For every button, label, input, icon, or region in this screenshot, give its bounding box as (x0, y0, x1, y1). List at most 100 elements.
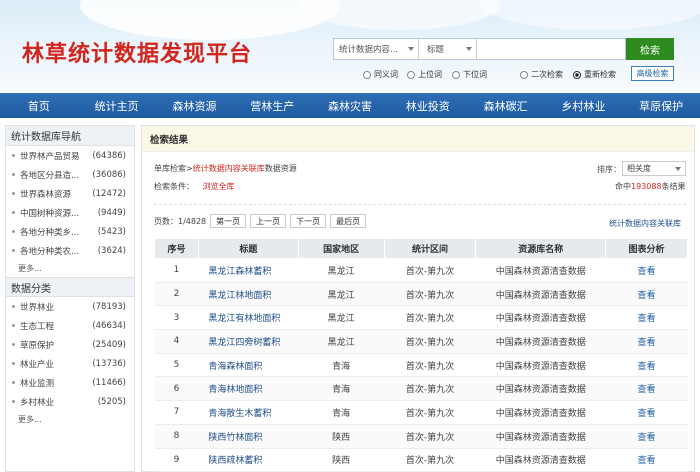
last-page-button[interactable]: 最后页 (330, 214, 367, 228)
chevron-down-icon (675, 166, 681, 171)
first-page-button[interactable]: 第一页 (210, 214, 247, 228)
option-synonym[interactable]: 同义词 (363, 69, 398, 80)
result-title-link[interactable]: 黑龙江森林蓄积 (198, 258, 299, 283)
column-header: 图表分析 (605, 238, 688, 259)
view-chart-link[interactable]: 查看 (605, 376, 688, 402)
sidebar-item-label: 乡村林业 (20, 397, 55, 408)
condition-value: 浏览全库 (202, 182, 235, 191)
table-row: 6 青海林地面积 青海 首次-第九次 中国森林资源清查数据 查看 (154, 376, 688, 402)
result-title-link[interactable]: 黑龙江有林地面积 (198, 305, 299, 331)
sidebar-item[interactable]: 世界林产品贸易 (64386) (6, 146, 134, 165)
column-header: 资源库名称 (475, 238, 607, 259)
table-cell: 黑龙江 (298, 329, 385, 354)
sidebar-item[interactable]: 世界森林资源 (12472) (6, 184, 134, 203)
sort-select[interactable]: 相关度 (622, 161, 686, 176)
sidebar-db-more-link[interactable]: 更多... (6, 260, 134, 277)
table-cell: 首次-第九次 (384, 329, 476, 354)
view-chart-link[interactable]: 查看 (605, 448, 688, 472)
option-narrower-label: 下位词 (463, 70, 487, 79)
condition-label: 检索条件： (154, 182, 194, 191)
table-cell: 中国森林资源清查数据 (475, 282, 606, 307)
advanced-search-button[interactable]: 高级检索 (631, 66, 674, 81)
sidebar-item[interactable]: 各地分种类乡... (5423) (6, 222, 134, 241)
sidebar-item[interactable]: 乡村林业 (5205) (6, 392, 134, 411)
nav-item[interactable]: 林业投资 (389, 93, 467, 118)
bullet-icon (12, 173, 15, 176)
site-logo[interactable]: 林草统计数据发现平台 (22, 36, 252, 68)
result-title-link[interactable]: 青海森林面积 (198, 353, 299, 378)
prev-page-button[interactable]: 上一页 (250, 214, 287, 228)
result-title-link[interactable]: 青海散生木蓄积 (198, 400, 299, 425)
sidebar-item-label: 草原保护 (20, 340, 55, 351)
table-cell: 中国森林资源清查数据 (475, 305, 606, 331)
sidebar-item[interactable]: 各地分种类农... (3624) (6, 241, 134, 260)
sidebar-item[interactable]: 各地区分县造... (36086) (6, 165, 134, 184)
search-button[interactable]: 检索 (626, 38, 674, 60)
result-title-link[interactable]: 青海林地面积 (198, 376, 299, 402)
nav-item[interactable]: 森林灾害 (311, 93, 389, 118)
view-chart-link[interactable]: 查看 (605, 305, 688, 331)
table-row: 3 黑龙江有林地面积 黑龙江 首次-第九次 中国森林资源清查数据 查看 (154, 305, 688, 331)
search-input[interactable] (477, 39, 625, 59)
option-research[interactable]: 重新检索 (573, 69, 616, 80)
sidebar-item[interactable]: 生态工程 (46634) (6, 316, 134, 335)
db-link[interactable]: 统计数据内容关联库 (609, 218, 681, 229)
table-cell: 黑龙江 (298, 282, 385, 307)
sort-label: 排序： (597, 165, 621, 174)
search-field-select[interactable]: 标题 (419, 39, 477, 59)
table-cell: 9 (154, 448, 199, 472)
result-title-link[interactable]: 黑龙江林地面积 (198, 282, 299, 307)
search-condition: 检索条件： 浏览全库 (154, 181, 235, 192)
sidebar-item-count: (12472) (92, 188, 126, 199)
sidebar-category-more-link[interactable]: 更多... (6, 411, 134, 428)
table-cell: 首次-第九次 (384, 353, 476, 378)
sidebar-category-list: 世界林业 (78193) 生态工程 (46634) 草原保护 (25409) 林业产业 (13… (6, 297, 134, 411)
hit-suffix: 条结果 (661, 182, 686, 191)
search-box: 统计数据内容... 标题 (333, 38, 626, 60)
option-broader[interactable]: 上位词 (407, 69, 442, 80)
search-db-select[interactable]: 统计数据内容... (334, 39, 419, 59)
page-info: 页数：1/4828 (154, 216, 207, 226)
nav-item[interactable]: 森林资源 (156, 93, 234, 118)
view-chart-link[interactable]: 查看 (605, 400, 688, 425)
result-title-link[interactable]: 陕西疏林蓄积 (198, 448, 299, 472)
nav-item[interactable]: 森林碳汇 (467, 93, 545, 118)
sidebar-item-count: (5423) (97, 226, 126, 237)
nav-item[interactable]: 草原保护 (622, 93, 700, 118)
sidebar-item[interactable]: 林业产业 (13736) (6, 354, 134, 373)
nav-item[interactable]: 营林生产 (233, 93, 311, 118)
sidebar-item[interactable]: 林业监测 (11466) (6, 373, 134, 392)
table-cell: 青海 (298, 353, 385, 378)
option-secondary[interactable]: 二次检索 (520, 69, 563, 80)
view-chart-link[interactable]: 查看 (605, 258, 688, 283)
next-page-button[interactable]: 下一页 (290, 214, 327, 228)
column-header: 序号 (154, 238, 199, 259)
view-chart-link[interactable]: 查看 (605, 424, 688, 449)
option-synonym-label: 同义词 (374, 70, 398, 79)
view-chart-link[interactable]: 查看 (605, 282, 688, 307)
nav-item[interactable]: 统计主页 (78, 93, 156, 118)
sidebar-item[interactable]: 草原保护 (25409) (6, 335, 134, 354)
sidebar-item[interactable]: 世界林业 (78193) (6, 297, 134, 316)
table-cell: 1 (154, 258, 199, 283)
view-chart-link[interactable]: 查看 (605, 353, 688, 378)
divider (154, 204, 686, 205)
view-chart-link[interactable]: 查看 (605, 329, 688, 354)
sidebar-item-label: 各地区分县造... (20, 170, 80, 181)
chevron-down-icon (408, 47, 414, 51)
nav-item[interactable]: 首页 (0, 93, 78, 118)
table-cell: 2 (154, 282, 199, 307)
option-narrower[interactable]: 下位词 (452, 69, 487, 80)
table-header-row: 序号 标题 国家地区 统计区间 资源库名称 图表分析 (154, 238, 688, 259)
sidebar-item-label: 生态工程 (20, 321, 55, 332)
result-title-link[interactable]: 黑龙江四旁树蓄积 (198, 329, 299, 354)
breadcrumb-db-link[interactable]: 统计数据内容关联库 (193, 164, 265, 173)
sidebar-item[interactable]: 中国树种资源... (9449) (6, 203, 134, 222)
sidebar-item-count: (36086) (92, 169, 126, 180)
result-title-link[interactable]: 陕西竹林面积 (198, 424, 299, 449)
sidebar-db-list: 世界林产品贸易 (64386) 各地区分县造... (36086) 世界森林资源 (124… (6, 146, 134, 260)
table-cell: 8 (154, 424, 199, 449)
bullet-icon (12, 249, 15, 252)
sidebar-item-count: (78193) (92, 301, 126, 312)
nav-item[interactable]: 乡村林业 (544, 93, 622, 118)
